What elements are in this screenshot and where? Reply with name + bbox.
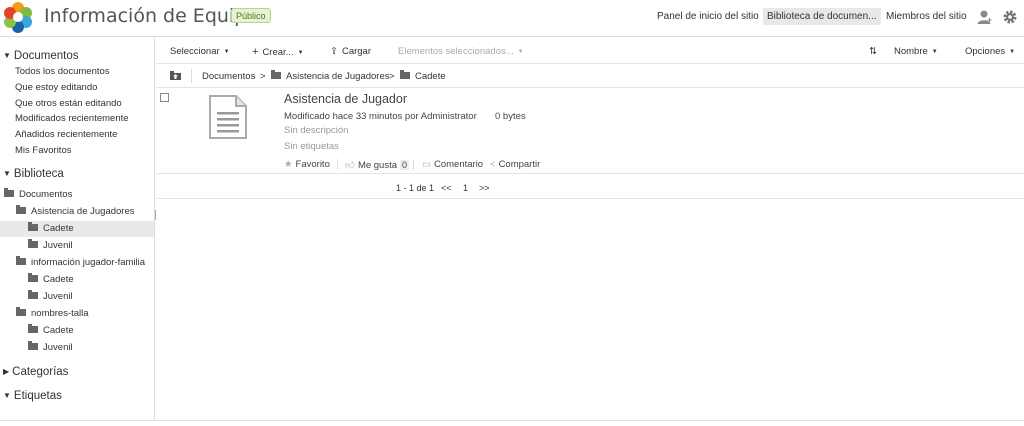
- categories-section-toggle[interactable]: ▶ Categorías: [3, 366, 68, 378]
- tree-root-documents[interactable]: Documentos: [4, 187, 72, 203]
- tree-folder-asistencia-juvenil[interactable]: Juvenil: [28, 238, 73, 254]
- upload-button[interactable]: ⇪ Cargar: [330, 46, 371, 57]
- document-toolbar: Seleccionar ▼ + Crear... ▼ ⇪ Cargar Elemento…: [156, 38, 1024, 64]
- create-menu-button[interactable]: + Crear... ▼: [252, 46, 304, 58]
- tree-folder-nombres-juvenil[interactable]: Juvenil: [28, 340, 73, 356]
- comment-icon: ▭: [422, 159, 431, 170]
- pagination-range: 1 - 1 de 1: [396, 183, 435, 193]
- triangle-right-icon: ▶: [3, 367, 10, 376]
- plus-icon: +: [252, 46, 259, 58]
- nav-site-dashboard[interactable]: Panel de inicio del sitio: [657, 11, 759, 22]
- tags-heading: Etiquetas: [13, 390, 62, 402]
- folder-icon: [271, 70, 281, 79]
- sort-direction-icon[interactable]: ⇅: [869, 46, 877, 57]
- folder-icon: [16, 307, 26, 316]
- folder-icon: [28, 290, 38, 299]
- tree-folder-informacion-cadete[interactable]: Cadete: [28, 272, 74, 288]
- document-modified-info: Modificado hace 33 minutos por Administr…: [284, 111, 477, 122]
- document-list-row: Asistencia de Jugador Modificado hace 33…: [156, 88, 1024, 174]
- breadcrumb: Documentos > Asistencia de Jugadores > C…: [156, 64, 1024, 88]
- like-action[interactable]: 👍︎ Me gusta 0: [345, 159, 410, 171]
- tree-folder-informacion-juvenil[interactable]: Juvenil: [28, 289, 73, 305]
- breadcrumb-cadete[interactable]: Cadete: [400, 70, 446, 82]
- alfresco-logo-icon[interactable]: [2, 1, 34, 33]
- thumbs-up-icon: 👍︎: [345, 160, 355, 171]
- tree-folder-asistencia-cadete[interactable]: Cadete: [0, 221, 154, 237]
- nav-document-library[interactable]: Biblioteca de documen...: [763, 8, 881, 25]
- folder-icon: [28, 222, 38, 231]
- action-divider: [337, 159, 338, 170]
- sort-field-menu[interactable]: Nombre ▼: [894, 46, 938, 57]
- folder-icon: [16, 205, 26, 214]
- row-select-checkbox[interactable]: [160, 93, 169, 102]
- tree-folder-informacion[interactable]: información jugador-familia: [16, 255, 145, 271]
- filter-editing-me[interactable]: Que estoy editando: [15, 82, 97, 93]
- filter-my-favorites[interactable]: Mis Favoritos: [15, 145, 71, 156]
- sidebar-resize-handle[interactable]: [155, 210, 156, 220]
- like-count: 0: [400, 160, 410, 170]
- tree-folder-nombres-cadete[interactable]: Cadete: [28, 323, 74, 339]
- filter-recently-added[interactable]: Añadidos recientemente: [15, 129, 117, 140]
- folder-icon: [28, 239, 38, 248]
- triangle-down-icon: ▼: [3, 51, 11, 60]
- tags-section-toggle[interactable]: ▼ Etiquetas: [3, 390, 62, 402]
- breadcrumb-asistencia[interactable]: Asistencia de Jugadores: [271, 70, 390, 82]
- selected-items-menu[interactable]: Elementos seleccionados... ▼: [398, 46, 524, 57]
- divider: [191, 69, 192, 83]
- favorite-action[interactable]: ★ Favorito: [284, 159, 330, 170]
- filter-all-documents[interactable]: Todos los documentos: [15, 66, 110, 77]
- folder-up-icon[interactable]: [170, 71, 181, 80]
- footer-divider: [0, 420, 1024, 421]
- nav-site-members[interactable]: Miembros del sitio: [886, 11, 967, 22]
- folder-icon: [400, 70, 410, 79]
- document-size: 0 bytes: [495, 111, 526, 122]
- tree-folder-asistencia[interactable]: Asistencia de Jugadores: [16, 204, 135, 220]
- pagination: 1 - 1 de 1 << 1 >>: [156, 175, 1024, 199]
- caret-down-icon: ▼: [931, 49, 938, 55]
- comment-action[interactable]: ▭ Comentario: [422, 159, 483, 170]
- sidebar: ▼ Documentos Todos los documentos Que est…: [0, 38, 155, 420]
- pagination-page-1[interactable]: 1: [463, 183, 468, 193]
- tree-folder-nombres-talla[interactable]: nombres-talla: [16, 306, 89, 322]
- categories-heading: Categorías: [12, 366, 69, 378]
- triangle-down-icon: ▼: [3, 391, 11, 400]
- folder-icon: [28, 324, 38, 333]
- document-title-link[interactable]: Asistencia de Jugador: [284, 92, 407, 106]
- library-heading: Biblioteca: [13, 168, 64, 180]
- action-divider: [413, 159, 414, 170]
- filter-recently-modified[interactable]: Modificados recientemente: [15, 113, 129, 124]
- folder-icon: [16, 256, 26, 265]
- star-icon: ★: [284, 159, 293, 170]
- breadcrumb-separator: >: [260, 71, 266, 82]
- folder-icon: [28, 273, 38, 282]
- pagination-first[interactable]: <<: [441, 183, 452, 193]
- breadcrumb-documents[interactable]: Documentos: [202, 71, 255, 82]
- visibility-badge: Público: [231, 8, 271, 23]
- user-icon[interactable]: [976, 9, 992, 25]
- document-thumbnail-icon[interactable]: [208, 95, 248, 139]
- caret-down-icon: ▼: [517, 49, 524, 55]
- gear-icon[interactable]: [1002, 9, 1018, 25]
- pagination-last[interactable]: >>: [479, 183, 490, 193]
- share-action[interactable]: < Compartir: [490, 159, 540, 170]
- document-tags: Sin etiquetas: [284, 141, 339, 152]
- documents-section-toggle[interactable]: ▼ Documentos: [3, 50, 78, 62]
- caret-down-icon: ▼: [297, 50, 304, 56]
- document-description: Sin descripción: [284, 125, 349, 136]
- share-icon: <: [490, 159, 496, 170]
- library-section-toggle[interactable]: ▼ Biblioteca: [3, 168, 64, 180]
- site-header: Información de Equipos Público Panel de …: [0, 0, 1024, 37]
- options-menu-button[interactable]: Opciones ▼: [965, 46, 1015, 57]
- caret-down-icon: ▼: [223, 49, 230, 55]
- breadcrumb-separator: >: [389, 71, 395, 82]
- folder-icon: [28, 341, 38, 350]
- triangle-down-icon: ▼: [3, 169, 11, 178]
- caret-down-icon: ▼: [1009, 49, 1016, 55]
- select-menu-button[interactable]: Seleccionar ▼: [170, 46, 230, 57]
- folder-icon: [4, 188, 14, 197]
- documents-heading: Documentos: [13, 50, 79, 62]
- filter-editing-others[interactable]: Que otros están editando: [15, 98, 122, 109]
- upload-icon: ⇪: [330, 46, 338, 57]
